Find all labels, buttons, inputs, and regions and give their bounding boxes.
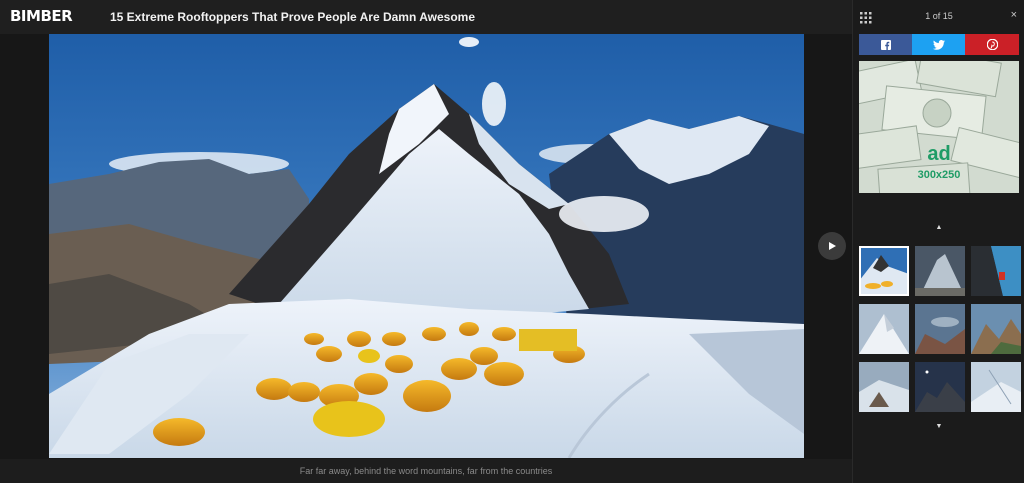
ad-size: 300x250: [917, 169, 961, 181]
close-button[interactable]: ×: [1011, 9, 1017, 21]
thumbnail-1[interactable]: [859, 246, 909, 296]
photo-caption: Far far away, behind the word mountains,…: [299, 466, 553, 476]
thumbnail-9[interactable]: [971, 362, 1021, 412]
next-slide-button[interactable]: [818, 232, 846, 260]
gallery-title: 15 Extreme Rooftoppers That Prove People…: [110, 10, 475, 24]
pinterest-icon: [986, 39, 998, 50]
thumbs-down-button[interactable]: ▼: [853, 423, 1024, 430]
thumbnail-8[interactable]: [915, 362, 965, 412]
gallery-stage: [0, 34, 852, 459]
caption-bar: Far far away, behind the word mountains,…: [0, 459, 852, 483]
ad-label: ad: [927, 143, 951, 165]
slide-counter: 1 of 15: [925, 11, 953, 21]
main-photo: [49, 34, 804, 458]
facebook-icon: [880, 39, 891, 50]
thumbnail-2[interactable]: [915, 246, 965, 296]
gallery-sidebar: 1 of 15 × ad 300x250 ▲ ▼: [852, 0, 1024, 483]
share-pinterest-button[interactable]: [965, 34, 1019, 55]
twitter-icon: [932, 39, 945, 50]
play-icon: [829, 242, 836, 250]
top-bar: BIMBER 15 Extreme Rooftoppers That Prove…: [0, 0, 852, 35]
thumbnail-4[interactable]: [859, 304, 909, 354]
site-logo[interactable]: BIMBER: [10, 7, 73, 25]
thumbnail-6[interactable]: [971, 304, 1021, 354]
thumbs-up-button[interactable]: ▲: [853, 224, 1024, 231]
ad-banner[interactable]: ad 300x250: [859, 61, 1019, 193]
share-facebook-button[interactable]: [859, 34, 912, 55]
thumbnail-7[interactable]: [859, 362, 909, 412]
thumbnail-5[interactable]: [915, 304, 965, 354]
thumbnail-3[interactable]: [971, 246, 1021, 296]
share-twitter-button[interactable]: [912, 34, 965, 55]
